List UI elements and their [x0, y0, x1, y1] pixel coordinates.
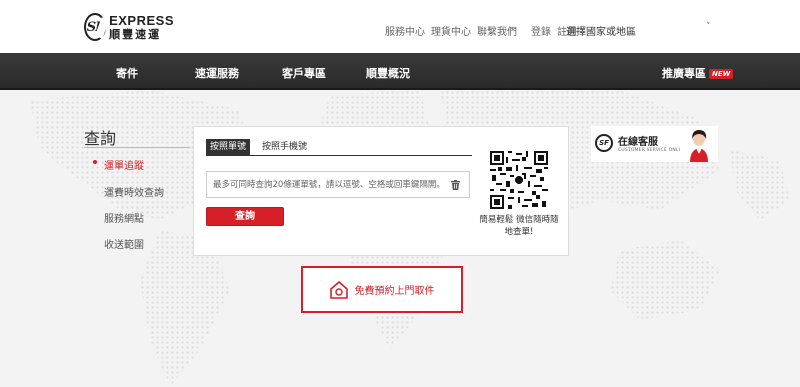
chevron-down-icon[interactable]: ˅: [706, 22, 711, 32]
online-service-title: 在線客服: [618, 137, 658, 148]
online-service-subtitle: CUSTOMER SERVICE ONLINE: [618, 148, 687, 153]
sidebar-item-waybill-tracking[interactable]: 運單追蹤: [104, 157, 144, 172]
tab-by-phone-number[interactable]: 按照手機號: [258, 139, 311, 155]
nav-item-promotions[interactable]: 推廣專區 NEW: [662, 65, 734, 81]
tab-by-waybill-number[interactable]: 按照單號: [206, 139, 251, 155]
home-pickup-icon: [329, 280, 348, 299]
nav-item-express-services[interactable]: 速運服務: [195, 65, 239, 81]
qr-caption: 簡易輕鬆 微信隨時隨地查單!: [479, 215, 559, 237]
sf-small-logo: SF: [595, 134, 613, 152]
waybill-number-input[interactable]: [213, 172, 443, 197]
sidebar-item-rates-times[interactable]: 運費時效查詢: [104, 184, 164, 199]
sf-logo-mark: SF: [84, 13, 107, 41]
link-contact-us[interactable]: 聯繫我們: [477, 23, 517, 38]
nav-item-about-sf[interactable]: 順豐概況: [366, 65, 410, 81]
sf-express-logo[interactable]: SF EXPRESS 順豐速運: [84, 11, 174, 43]
active-indicator-dot: [93, 160, 97, 164]
waybill-input-box: [206, 171, 470, 198]
link-service-center[interactable]: 服務中心: [385, 23, 425, 38]
site-header: SF EXPRESS 順豐速運 服務中心 理貨中心 聯繫我們 登錄 註冊 選擇國…: [0, 0, 800, 53]
nav-item-send[interactable]: 寄件: [116, 65, 138, 81]
promotions-label: 推廣專區: [662, 67, 706, 80]
query-button[interactable]: 查詢: [206, 207, 284, 226]
main-nav: 寄件 速運服務 客戶專區 順豐概況 推廣專區 NEW: [0, 53, 800, 90]
new-badge: NEW: [709, 69, 734, 79]
top-links: 服務中心 理貨中心 聯繫我們 登錄 註冊: [385, 23, 583, 38]
free-pickup-label: 免費預約上門取件: [354, 286, 435, 297]
customer-service-agent-image: [680, 126, 718, 162]
logo-english-text: EXPRESS: [109, 13, 174, 28]
wechat-qr-code: [490, 151, 548, 209]
online-service-banner[interactable]: SF 在線客服 CUSTOMER SERVICE ONLINE: [591, 126, 718, 162]
page-title: 查詢: [84, 129, 117, 148]
region-selector[interactable]: 選擇國家或地區: [566, 23, 636, 38]
sf-logo-mark-text: SF: [86, 19, 105, 35]
sidebar-item-delivery-range[interactable]: 收送範圍: [104, 236, 144, 251]
title-divider: [84, 147, 190, 148]
login-link[interactable]: 登錄: [531, 23, 551, 38]
logo-chinese-text: 順豐速運: [109, 28, 162, 41]
nav-item-customer-zone[interactable]: 客戶專區: [282, 65, 326, 81]
link-cargo-center[interactable]: 理貨中心: [431, 23, 471, 38]
tracking-query-card: 按照單號 按照手機號 查詢: [193, 126, 569, 256]
sidebar-item-service-outlets[interactable]: 服務網點: [104, 210, 144, 225]
free-pickup-booking-button[interactable]: 免費預約上門取件: [301, 266, 463, 313]
tab-underline: [206, 155, 472, 156]
trash-icon[interactable]: [451, 180, 460, 190]
